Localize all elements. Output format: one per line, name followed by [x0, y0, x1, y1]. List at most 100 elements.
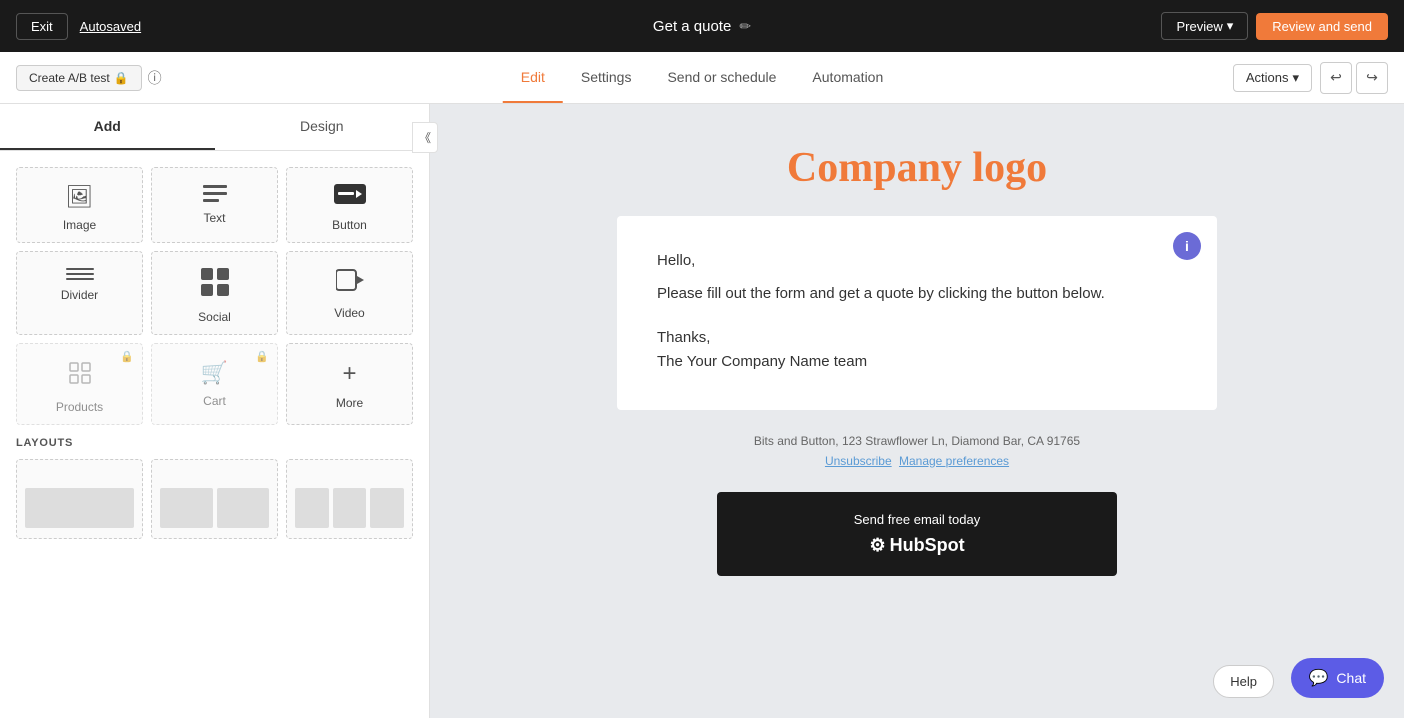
nav-bar: Create A/B test 🔒 ⓘ Edit Settings Send o… [0, 52, 1404, 104]
element-grid: 🖼 Image Text Butt [16, 167, 413, 425]
text-element-card[interactable]: Text [151, 167, 278, 243]
ab-test-label: Create A/B test [29, 71, 110, 85]
company-logo: Company logo [787, 144, 1047, 192]
layout-block [25, 488, 134, 528]
tab-edit[interactable]: Edit [503, 53, 563, 103]
footer-links: Unsubscribe Manage preferences [617, 454, 1217, 468]
layout-preview-single [25, 488, 134, 528]
top-bar-center: Get a quote ✏ [653, 18, 751, 35]
edit-icon[interactable]: ✏ [739, 18, 751, 35]
layouts-section: LAYOUTS [16, 437, 413, 539]
footer-address: Bits and Button, 123 Strawflower Ln, Dia… [617, 434, 1217, 448]
email-greeting: Hello, [657, 252, 1177, 269]
products-icon [67, 360, 93, 392]
more-label: More [336, 396, 363, 410]
top-bar: Exit Autosaved Get a quote ✏ Preview ▾ R… [0, 0, 1404, 52]
button-element-card[interactable]: Button [286, 167, 413, 243]
social-element-card[interactable]: Social [151, 251, 278, 335]
hubspot-sprocket-icon: ⚙ [869, 535, 885, 556]
divider-element-card[interactable]: Divider [16, 251, 143, 335]
review-and-send-button[interactable]: Review and send [1256, 13, 1388, 40]
sidebar: Add Design 🖼 Image Text [0, 104, 430, 718]
layout-grid [16, 459, 413, 539]
email-signoff: Thanks, The Your Company Name team [657, 326, 1177, 374]
cart-label: Cart [203, 394, 226, 408]
hubspot-promo-text: Send free email today [737, 512, 1097, 527]
ab-lock-icon: 🔒 [114, 71, 129, 85]
actions-button[interactable]: Actions ▾ [1233, 64, 1312, 92]
chat-widget[interactable]: 💬 Chat [1291, 658, 1385, 698]
layouts-title: LAYOUTS [16, 437, 413, 449]
unsubscribe-link[interactable]: Unsubscribe [825, 454, 892, 468]
video-icon [336, 268, 364, 298]
layout-block [295, 488, 329, 528]
manage-preferences-link[interactable]: Manage preferences [899, 454, 1009, 468]
social-icon [201, 268, 229, 302]
email-card: i Hello, Please fill out the form and ge… [617, 216, 1217, 410]
autosaved-label[interactable]: Autosaved [80, 19, 141, 34]
image-label: Image [63, 218, 96, 232]
products-lock-icon: 🔒 [120, 350, 134, 363]
divider-icon [66, 268, 94, 280]
text-icon [203, 184, 227, 203]
hubspot-logo: ⚙ HubSpot [737, 535, 1097, 556]
nav-tabs: Edit Settings Send or schedule Automatio… [503, 53, 902, 103]
actions-chevron: ▾ [1292, 70, 1299, 86]
redo-button[interactable]: ↪ [1356, 62, 1388, 94]
footer-area: Bits and Button, 123 Strawflower Ln, Dia… [617, 434, 1217, 468]
main-layout: Add Design 🖼 Image Text [0, 104, 1404, 718]
layout-three-column[interactable] [286, 459, 413, 539]
layout-block [160, 488, 213, 528]
text-label: Text [203, 211, 225, 225]
create-ab-test-button[interactable]: Create A/B test 🔒 [16, 65, 142, 91]
sidebar-content: 🖼 Image Text Butt [0, 151, 429, 555]
top-bar-right: Preview ▾ Review and send [1161, 12, 1388, 40]
tab-settings[interactable]: Settings [563, 53, 650, 103]
more-element-card[interactable]: + More [286, 343, 413, 425]
undo-button[interactable]: ↩ [1320, 62, 1352, 94]
layout-preview-two [160, 488, 269, 528]
canvas-area: Company logo i Hello, Please fill out th… [430, 104, 1404, 718]
products-label: Products [56, 400, 103, 414]
nav-right: Actions ▾ ↩ ↪ [1233, 62, 1404, 94]
top-bar-left: Exit Autosaved [16, 13, 141, 40]
actions-label: Actions [1246, 70, 1289, 85]
cart-element-card[interactable]: 🔒 🛒 Cart [151, 343, 278, 425]
sidebar-tab-design[interactable]: Design [215, 104, 430, 150]
sidebar-tabs: Add Design [0, 104, 429, 151]
layout-preview-three [295, 488, 404, 528]
preview-button[interactable]: Preview ▾ [1161, 12, 1248, 40]
sidebar-collapse-button[interactable]: 《 [412, 122, 438, 153]
chat-label: Chat [1336, 670, 1366, 686]
exit-button[interactable]: Exit [16, 13, 68, 40]
button-icon [334, 184, 366, 210]
page-title: Get a quote [653, 18, 731, 35]
cart-lock-icon: 🔒 [255, 350, 269, 363]
video-element-card[interactable]: Video [286, 251, 413, 335]
hubspot-banner: Send free email today ⚙ HubSpot [717, 492, 1117, 576]
cart-icon: 🛒 [201, 360, 228, 386]
social-label: Social [198, 310, 231, 324]
info-badge[interactable]: i [1173, 232, 1201, 260]
products-element-card[interactable]: 🔒 Products [16, 343, 143, 425]
image-icon: 🖼 [66, 184, 94, 210]
divider-label: Divider [61, 288, 98, 302]
video-label: Video [334, 306, 364, 320]
nav-left: Create A/B test 🔒 ⓘ [0, 65, 162, 91]
layout-block [217, 488, 270, 528]
chat-bubble-icon: 💬 [1309, 668, 1329, 688]
help-button[interactable]: Help [1213, 665, 1274, 698]
sidebar-tab-add[interactable]: Add [0, 104, 215, 150]
tab-send-or-schedule[interactable]: Send or schedule [649, 53, 794, 103]
undo-redo-group: ↩ ↪ [1320, 62, 1388, 94]
image-element-card[interactable]: 🖼 Image [16, 167, 143, 243]
more-icon: + [342, 360, 356, 388]
layout-two-column[interactable] [151, 459, 278, 539]
ab-info-icon[interactable]: ⓘ [148, 68, 162, 88]
email-body: Please fill out the form and get a quote… [657, 283, 1177, 306]
tab-automation[interactable]: Automation [794, 53, 901, 103]
layout-single-column[interactable] [16, 459, 143, 539]
layout-block [333, 488, 367, 528]
button-label: Button [332, 218, 367, 232]
layout-block [370, 488, 404, 528]
